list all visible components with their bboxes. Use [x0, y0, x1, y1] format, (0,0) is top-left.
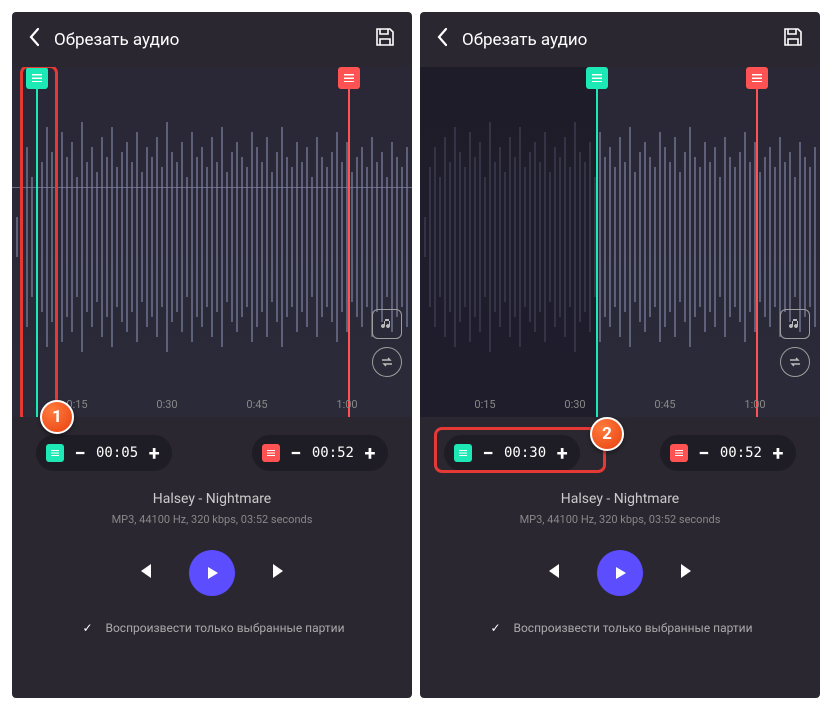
end-time-minus-button[interactable]: −	[288, 441, 304, 465]
swap-icon[interactable]	[780, 347, 810, 377]
start-time-value: 00:05	[96, 445, 138, 461]
waveform-side-buttons	[372, 309, 402, 377]
end-flag-icon	[670, 444, 688, 462]
start-marker-flag-icon[interactable]	[26, 67, 48, 89]
end-flag-icon	[262, 444, 280, 462]
screen-left: Обрезать аудио 0	[12, 12, 412, 698]
save-icon[interactable]	[782, 26, 804, 53]
start-time-control: − 00:30 +	[444, 435, 580, 471]
end-marker[interactable]	[756, 67, 758, 417]
track-info: Halsey - Nightmare MP3, 44100 Hz, 320 kb…	[420, 481, 820, 536]
track-title: Halsey - Nightmare	[22, 491, 402, 507]
start-time-value: 00:30	[504, 445, 546, 461]
annotation-badge: 2	[590, 417, 624, 451]
back-icon[interactable]	[436, 27, 448, 52]
header: Обрезать аудио	[12, 12, 412, 67]
playback-controls	[12, 536, 412, 610]
header: Обрезать аудио	[420, 12, 820, 67]
time-tick: 0:30	[564, 398, 585, 411]
start-time-minus-button[interactable]: −	[480, 441, 496, 465]
end-marker[interactable]	[348, 67, 350, 417]
waveform-side-buttons	[780, 309, 810, 377]
time-tick: 0:30	[156, 398, 177, 411]
time-axis: 0:15 0:30 0:45 1:00	[420, 398, 820, 411]
start-marker[interactable]	[596, 67, 598, 417]
track-title: Halsey - Nightmare	[430, 491, 810, 507]
end-time-control: − 00:52 +	[252, 435, 388, 471]
waveform-area[interactable]: 0:15 0:30 0:45 1:00	[420, 67, 820, 417]
track-meta: MP3, 44100 Hz, 320 kbps, 03:52 seconds	[22, 513, 402, 526]
playback-controls	[420, 536, 820, 610]
end-time-plus-button[interactable]: +	[362, 441, 378, 465]
save-icon[interactable]	[374, 26, 396, 53]
start-time-plus-button[interactable]: +	[554, 441, 570, 465]
end-time-value: 00:52	[720, 445, 762, 461]
start-marker-flag-icon[interactable]	[586, 67, 608, 89]
start-flag-icon	[46, 444, 64, 462]
time-tick: 1:00	[336, 398, 357, 411]
swap-icon[interactable]	[372, 347, 402, 377]
end-time-minus-button[interactable]: −	[696, 441, 712, 465]
start-time-control: − 00:05 +	[36, 435, 172, 471]
end-time-value: 00:52	[312, 445, 354, 461]
play-selection-only-row[interactable]: ✓ Воспроизвести только выбранные партии	[420, 610, 820, 646]
track-meta: MP3, 44100 Hz, 320 kbps, 03:52 seconds	[430, 513, 810, 526]
page-title: Обрезать аудио	[54, 30, 179, 50]
music-note-icon[interactable]	[780, 309, 810, 339]
time-tick: 1:00	[744, 398, 765, 411]
end-time-plus-button[interactable]: +	[770, 441, 786, 465]
end-time-control: − 00:52 +	[660, 435, 796, 471]
time-tick: 0:45	[654, 398, 675, 411]
skip-start-button[interactable]	[541, 560, 563, 586]
screen-right: Обрезать аудио 0:15 0:30	[420, 12, 820, 698]
track-info: Halsey - Nightmare MP3, 44100 Hz, 320 kb…	[12, 481, 412, 536]
play-button[interactable]	[189, 550, 235, 596]
play-selection-only-row[interactable]: ✓ Воспроизвести только выбранные партии	[12, 610, 412, 646]
page-title: Обрезать аудио	[462, 30, 587, 50]
checkbox-label: Воспроизвести только выбранные партии	[513, 621, 752, 635]
time-tick: 0:45	[246, 398, 267, 411]
skip-start-button[interactable]	[133, 560, 155, 586]
checkbox-icon[interactable]: ✓	[79, 620, 95, 636]
play-button[interactable]	[597, 550, 643, 596]
annotation-badge: 1	[40, 400, 74, 434]
start-marker[interactable]	[36, 67, 38, 417]
back-icon[interactable]	[28, 27, 40, 52]
skip-end-button[interactable]	[269, 560, 291, 586]
start-flag-icon	[454, 444, 472, 462]
end-marker-flag-icon[interactable]	[746, 67, 768, 89]
time-tick: 0:15	[474, 398, 495, 411]
waveform-area[interactable]: 0:15 0:30 0:45 1:00	[12, 67, 412, 417]
start-time-plus-button[interactable]: +	[146, 441, 162, 465]
checkbox-icon[interactable]: ✓	[487, 620, 503, 636]
end-marker-flag-icon[interactable]	[338, 67, 360, 89]
time-controls: − 00:30 + 2 − 00:52 +	[420, 417, 820, 481]
time-controls: − 00:05 + − 00:52 +	[12, 417, 412, 481]
skip-end-button[interactable]	[677, 560, 699, 586]
start-time-minus-button[interactable]: −	[72, 441, 88, 465]
music-note-icon[interactable]	[372, 309, 402, 339]
checkbox-label: Воспроизвести только выбранные партии	[105, 621, 344, 635]
